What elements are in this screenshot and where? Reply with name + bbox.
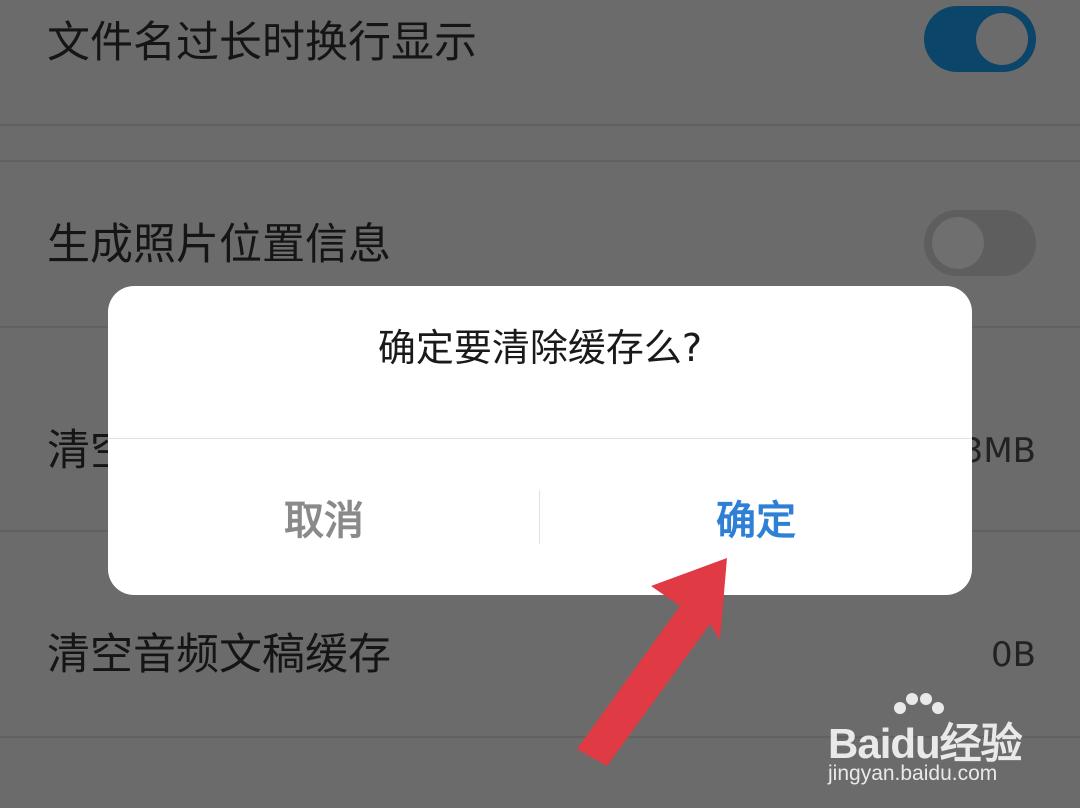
- baidu-paw-icon: [894, 693, 944, 714]
- watermark-url: jingyan.baidu.com: [828, 762, 998, 785]
- baidu-watermark: Baidu经验 jingyan.baidu.com: [828, 690, 1048, 790]
- red-arrow-annotation-icon: [577, 558, 727, 766]
